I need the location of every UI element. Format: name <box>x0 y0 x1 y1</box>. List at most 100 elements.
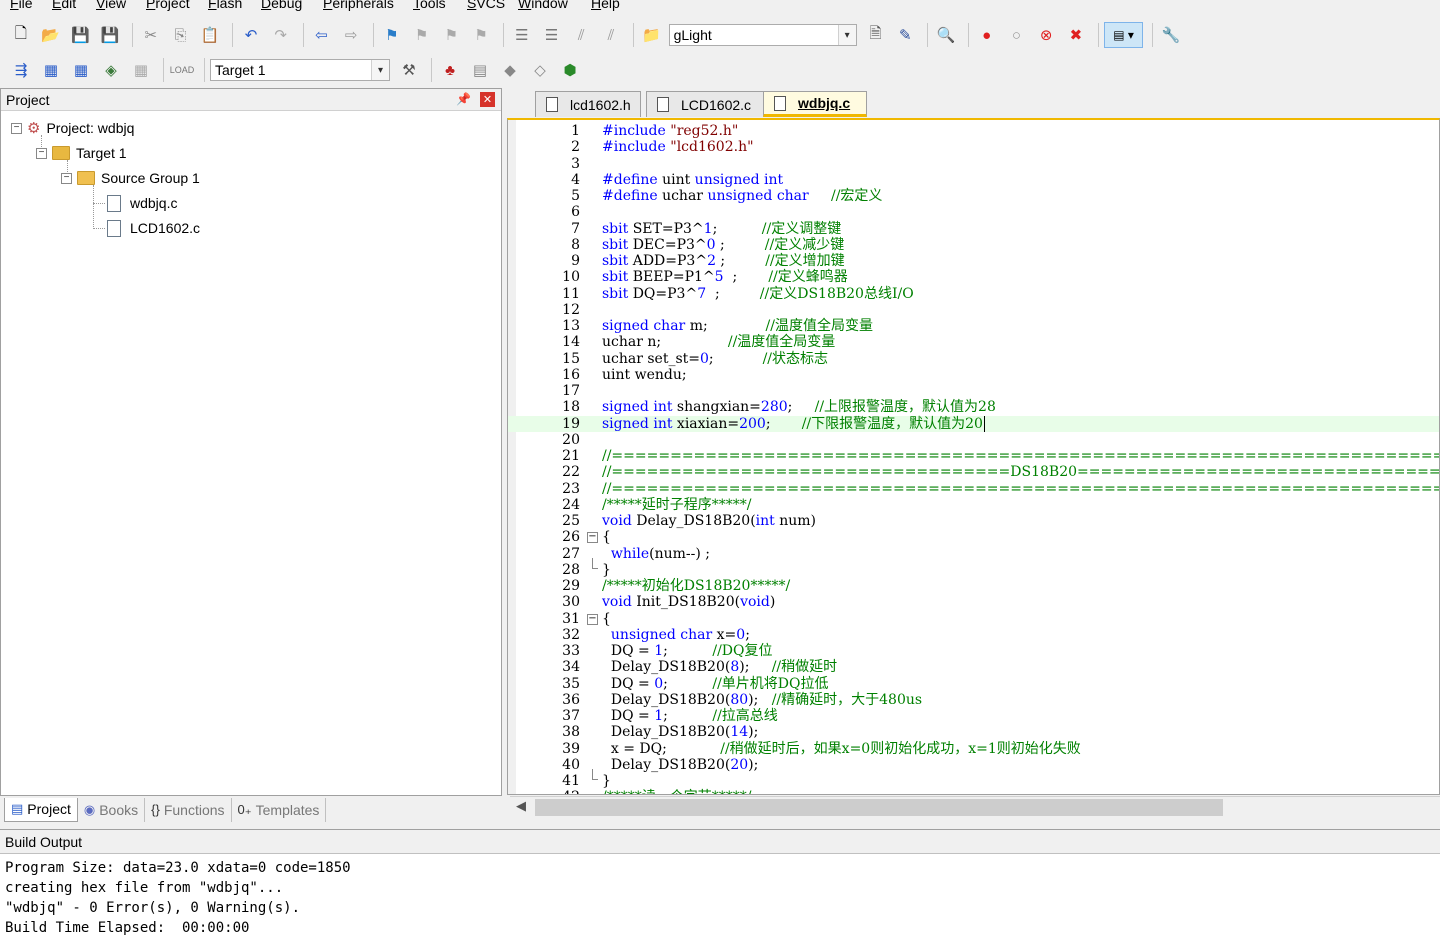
code-line[interactable]: 1 #include "reg52.h" <box>508 123 1439 139</box>
code-line[interactable]: 4 #define uint unsigned int <box>508 172 1439 188</box>
editor-tab-active[interactable]: wdbjq.c <box>763 91 867 117</box>
target-options-icon[interactable]: ⚒ <box>396 57 422 83</box>
code-line[interactable]: 30 void Init_DS18B20(void) <box>508 594 1439 610</box>
tab-functions[interactable]: {} Functions <box>145 797 232 822</box>
pack-installer-icon[interactable]: ◇ <box>527 57 553 83</box>
code-line[interactable]: 29 /*****初始化DS18B20*****/ <box>508 578 1439 594</box>
code-line[interactable]: 11 sbit DQ=P3^7 ; //定义DS18B20总线I/O <box>508 286 1439 302</box>
code-line[interactable]: 36 Delay_DS18B20(80); //精确延时，大于480us <box>508 692 1439 708</box>
code-line[interactable]: 31−{ <box>508 611 1439 627</box>
code-line[interactable]: 5 #define uchar unsigned char //宏定义 <box>508 188 1439 204</box>
code-line[interactable]: 16 uint wendu; <box>508 367 1439 383</box>
file-extensions-icon[interactable]: ▤ <box>467 57 493 83</box>
nav-back-icon[interactable]: ⇦ <box>309 22 335 48</box>
code-line[interactable]: 25 void Delay_DS18B20(int num) <box>508 513 1439 529</box>
code-line[interactable]: 32 unsigned char x=0; <box>508 627 1439 643</box>
find-in-files-icon[interactable]: 📁 <box>639 22 665 48</box>
code-line[interactable]: 7 sbit SET=P3^1; //定义调整键 <box>508 221 1439 237</box>
menu-edit[interactable]: Edit <box>52 0 76 11</box>
unindent-icon[interactable]: ☰ <box>539 22 565 48</box>
debug-start-icon[interactable]: 🔍 <box>933 22 959 48</box>
code-line[interactable]: 21 //====================================… <box>508 448 1439 464</box>
tab-project[interactable]: ▤ Project <box>4 797 78 822</box>
window-layout-icon[interactable]: ▤ ▾ <box>1103 22 1144 48</box>
code-line[interactable]: 33 DQ = 1; //DQ复位 <box>508 643 1439 659</box>
batch-build-icon[interactable]: ◈ <box>98 57 124 83</box>
select-pack-icon[interactable]: ◆ <box>497 57 523 83</box>
code-line[interactable]: 3 <box>508 156 1439 172</box>
horizontal-scrollbar[interactable]: ◀ <box>510 796 1440 818</box>
undo-icon[interactable]: ↶ <box>238 22 264 48</box>
code-line[interactable]: 40 Delay_DS18B20(20); <box>508 757 1439 773</box>
stop-build-icon[interactable]: ▦ <box>128 57 154 83</box>
chevron-down-icon[interactable]: ▾ <box>837 25 856 45</box>
menu-file[interactable]: File <box>10 0 33 11</box>
indent-icon[interactable]: ☰ <box>509 22 535 48</box>
fold-collapse-icon[interactable]: − <box>587 532 598 544</box>
code-line[interactable]: 17 <box>508 383 1439 399</box>
tree-item-target[interactable]: − Target 1 <box>36 142 127 164</box>
breakpoint-kill-all-icon[interactable]: ✖ <box>1063 22 1089 48</box>
scroll-left-icon[interactable]: ◀ <box>516 798 526 814</box>
incremental-find-icon[interactable]: ✎ <box>892 22 918 48</box>
bookmark-icon[interactable]: ⚑ <box>379 22 405 48</box>
bookmark-clear-icon[interactable]: ⚑ <box>468 22 494 48</box>
build-icon[interactable]: ▦ <box>38 57 64 83</box>
code-line[interactable]: 14 uchar n; //温度值全局变量 <box>508 334 1439 350</box>
collapse-icon[interactable]: − <box>36 147 47 159</box>
code-line[interactable]: 27 while(num--) ; <box>508 546 1439 562</box>
find-icon[interactable]: 🗎 <box>863 22 889 48</box>
paste-icon[interactable]: 📋 <box>197 22 223 48</box>
close-icon[interactable]: ✕ <box>480 92 495 107</box>
code-line[interactable]: 8 sbit DEC=P3^0 ; //定义减少键 <box>508 237 1439 253</box>
bookmark-prev-icon[interactable]: ⚑ <box>409 22 435 48</box>
breakpoint-disable-all-icon[interactable]: ⊗ <box>1033 22 1059 48</box>
code-line[interactable]: 39 x = DQ; //稍做延时后，如果x=0则初始化成功，x=1则初始化失败 <box>508 741 1439 757</box>
menu-view[interactable]: View <box>96 0 126 11</box>
code-line[interactable]: 20 <box>508 432 1439 448</box>
open-file-icon[interactable]: 📂 <box>38 22 64 48</box>
menu-window[interactable]: Window <box>518 0 568 11</box>
rebuild-icon[interactable]: ▦ <box>68 57 94 83</box>
code-line[interactable]: 41} <box>508 769 1439 789</box>
code-line[interactable]: 9 sbit ADD=P3^2 ; //定义增加键 <box>508 253 1439 269</box>
scrollbar-thumb[interactable] <box>535 799 1223 816</box>
tree-item-file[interactable]: wdbjq.c <box>107 192 177 214</box>
menu-flash[interactable]: Flash <box>208 0 242 11</box>
code-line[interactable]: 37 DQ = 1; //拉高总线 <box>508 708 1439 724</box>
comment-icon[interactable]: ⫽ <box>568 22 594 48</box>
collapse-icon[interactable]: − <box>61 172 72 184</box>
menu-help[interactable]: Help <box>591 0 620 11</box>
redo-icon[interactable]: ↷ <box>268 22 294 48</box>
breakpoint-disable-icon[interactable]: ○ <box>1004 22 1030 48</box>
code-line[interactable]: 24 /*****延时子程序*****/ <box>508 497 1439 513</box>
save-icon[interactable]: 💾 <box>67 22 93 48</box>
build-output-panel[interactable]: Program Size: data=23.0 xdata=0 code=185… <box>0 853 1440 950</box>
code-line[interactable]: 34 Delay_DS18B20(8); //稍做延时 <box>508 659 1439 675</box>
download-icon[interactable]: LOAD <box>169 57 195 83</box>
pin-icon[interactable]: 📌 <box>456 92 471 106</box>
new-file-icon[interactable]: 🗋 <box>8 22 34 48</box>
code-line[interactable]: 12 <box>508 302 1439 318</box>
code-line[interactable]: 28} <box>508 557 1439 578</box>
code-line[interactable]: 22 //==================================DS… <box>508 464 1439 480</box>
tree-item-group[interactable]: − Source Group 1 <box>61 167 200 189</box>
copy-icon[interactable]: ⎘ <box>168 22 194 48</box>
fold-collapse-icon[interactable]: − <box>587 613 598 625</box>
code-line[interactable]: 13 signed char m; //温度值全局变量 <box>508 318 1439 334</box>
menu-debug[interactable]: Debug <box>261 0 302 11</box>
code-line[interactable]: 10 sbit BEEP=P1^5 ; //定义蜂鸣器 <box>508 269 1439 285</box>
nav-forward-icon[interactable]: ⇨ <box>338 22 364 48</box>
code-line[interactable]: 15 uchar set_st=0; //状态标志 <box>508 351 1439 367</box>
bookmark-next-icon[interactable]: ⚑ <box>438 22 464 48</box>
menu-project[interactable]: Project <box>146 0 190 11</box>
editor-tab[interactable]: lcd1602.h <box>535 91 641 117</box>
menu-tools[interactable]: Tools <box>413 0 446 11</box>
code-line[interactable]: 6 <box>508 204 1439 220</box>
breakpoint-icon[interactable]: ● <box>974 22 1000 48</box>
target-combo[interactable]: Target 1 ▾ <box>210 59 390 81</box>
run-time-env-icon[interactable]: ⬢ <box>557 57 583 83</box>
tree-item-file[interactable]: LCD1602.c <box>107 217 200 239</box>
code-line[interactable]: 19 signed int xiaxian=200; //下限报警温度，默认值为2… <box>508 415 1439 432</box>
chevron-down-icon[interactable]: ▾ <box>371 60 389 80</box>
